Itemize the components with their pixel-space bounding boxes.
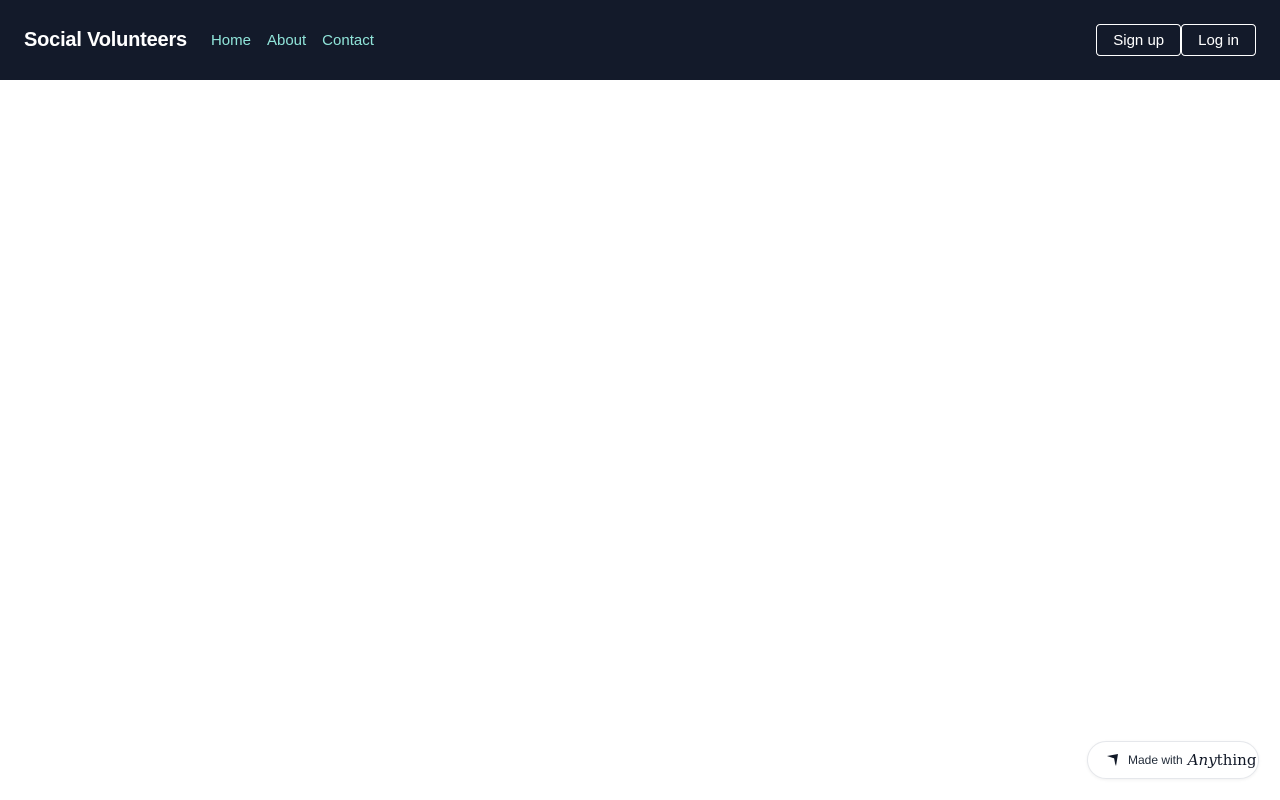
anything-brandmark: Anything — [1188, 751, 1257, 769]
made-with-badge[interactable]: Made with Anything — [1087, 741, 1259, 779]
brand-title[interactable]: Social Volunteers — [24, 29, 187, 52]
made-with-label: Made with — [1128, 753, 1183, 767]
anything-logo-icon — [1106, 753, 1120, 767]
main-content — [0, 80, 1280, 800]
brandmark-rest: thing — [1216, 751, 1257, 769]
nav-link-home[interactable]: Home — [211, 32, 251, 49]
auth-actions: Sign up Log in — [1096, 24, 1256, 56]
signup-button[interactable]: Sign up — [1096, 24, 1182, 56]
nav-link-about[interactable]: About — [267, 32, 306, 49]
login-button[interactable]: Log in — [1181, 24, 1256, 56]
top-navbar: Social Volunteers Home About Contact Sig… — [0, 0, 1280, 80]
nav-link-contact[interactable]: Contact — [322, 32, 374, 49]
nav-links: Home About Contact — [211, 32, 374, 49]
brandmark-italic: Any — [1187, 751, 1217, 769]
